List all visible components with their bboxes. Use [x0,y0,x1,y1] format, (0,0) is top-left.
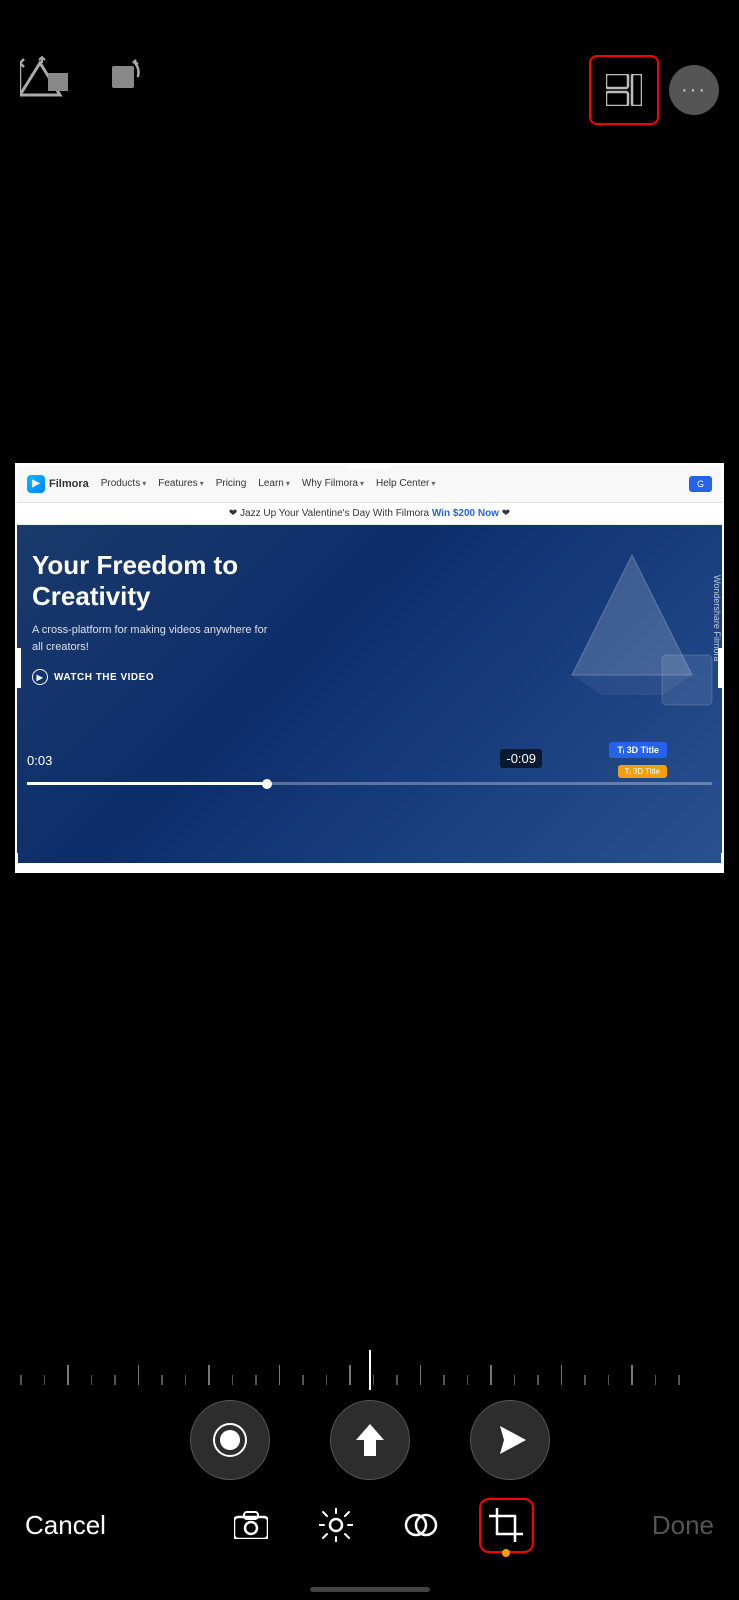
hero-decor [532,535,722,735]
tick [490,1365,492,1385]
tick [537,1375,539,1385]
website-nav: ▶ Filmora Products ▾ Features ▾ Pricing … [17,465,722,503]
transform-icon[interactable] [20,55,72,103]
layout-icon[interactable] [589,55,659,125]
win-link[interactable]: Win $200 Now [432,508,499,519]
handle-right-mid[interactable] [718,648,724,688]
crop-icon[interactable] [479,1498,534,1553]
rotate-icon[interactable] [102,56,142,102]
control-buttons [190,1400,550,1480]
badge-3d-title: Tᵢ 3D Title [609,742,667,758]
play-icon: ▶ [32,669,48,685]
top-left-icons [20,55,142,103]
video-frame: ▶ Filmora Products ▾ Features ▾ Pricing … [15,463,724,873]
handle-left-mid[interactable] [15,648,21,688]
toolbar-icons [224,1498,534,1553]
nav-products[interactable]: Products ▾ [101,478,146,489]
playhead[interactable] [369,1350,371,1390]
tick [232,1375,234,1385]
tick [114,1375,116,1385]
handle-bottom-left[interactable] [15,853,35,873]
camera-icon[interactable] [224,1498,279,1553]
tick [561,1365,563,1385]
tick [161,1375,163,1385]
tick [255,1375,257,1385]
bottom-controls [0,1400,739,1480]
tick [584,1375,586,1385]
hero-title: Your Freedom to Creativity [32,550,312,612]
progress-fill [27,782,267,785]
promo-bar: ❤ Jazz Up Your Valentine's Day With Film… [17,503,722,525]
blend-icon[interactable] [394,1498,449,1553]
badge-yellow: Tᵢ 3D Title [618,765,668,778]
tick [279,1365,281,1385]
tick [467,1375,469,1385]
handle-bottom-right[interactable] [704,853,724,873]
handle-top-right[interactable] [704,463,724,483]
tick [91,1375,93,1385]
tick [678,1375,680,1385]
active-dot [502,1549,510,1557]
nav-learn[interactable]: Learn ▾ [258,478,290,489]
tick [208,1365,210,1385]
upload-button[interactable] [330,1400,410,1480]
nav-pricing[interactable]: Pricing [216,478,247,489]
brightness-icon[interactable] [309,1498,364,1553]
handle-bottom-mid[interactable] [350,867,390,873]
send-button[interactable] [470,1400,550,1480]
hero-subtitle: A cross-platform for making videos anywh… [32,622,272,655]
tick [326,1375,328,1385]
top-bar: ··· [0,0,739,180]
time-remaining: -0:09 [500,749,542,768]
timeline[interactable] [0,1350,739,1390]
hero-section: Your Freedom to Creativity A cross-platf… [17,525,722,863]
cancel-button[interactable]: Cancel [25,1510,106,1541]
filmora-logo: ▶ Filmora [27,475,89,493]
progress-handle[interactable] [262,779,272,789]
tick [514,1375,516,1385]
tick [373,1375,375,1385]
handle-top-left[interactable] [15,463,35,483]
timeline-track [0,1350,739,1390]
tick [138,1365,140,1385]
tick [420,1365,422,1385]
tick [20,1375,22,1385]
tick [44,1375,46,1385]
tick [185,1375,187,1385]
tick [302,1375,304,1385]
handle-top-mid[interactable] [350,463,390,469]
tick [655,1375,657,1385]
done-button[interactable]: Done [652,1510,714,1541]
tick [396,1375,398,1385]
logo-text: Filmora [49,478,89,490]
tick [608,1375,610,1385]
tick [631,1365,633,1385]
nav-why-filmora[interactable]: Why Filmora ▾ [302,478,364,489]
progress-bar[interactable] [27,782,712,785]
time-current: 0:03 [27,753,52,768]
record-button[interactable] [190,1400,270,1480]
nav-help[interactable]: Help Center ▾ [376,478,435,489]
tick [349,1365,351,1385]
tick [443,1375,445,1385]
top-right-icons: ··· [589,55,719,125]
tick [67,1365,69,1385]
home-indicator [310,1587,430,1592]
bottom-toolbar: Cancel [0,1480,739,1570]
nav-features[interactable]: Features ▾ [158,478,203,489]
more-icon[interactable]: ··· [669,65,719,115]
